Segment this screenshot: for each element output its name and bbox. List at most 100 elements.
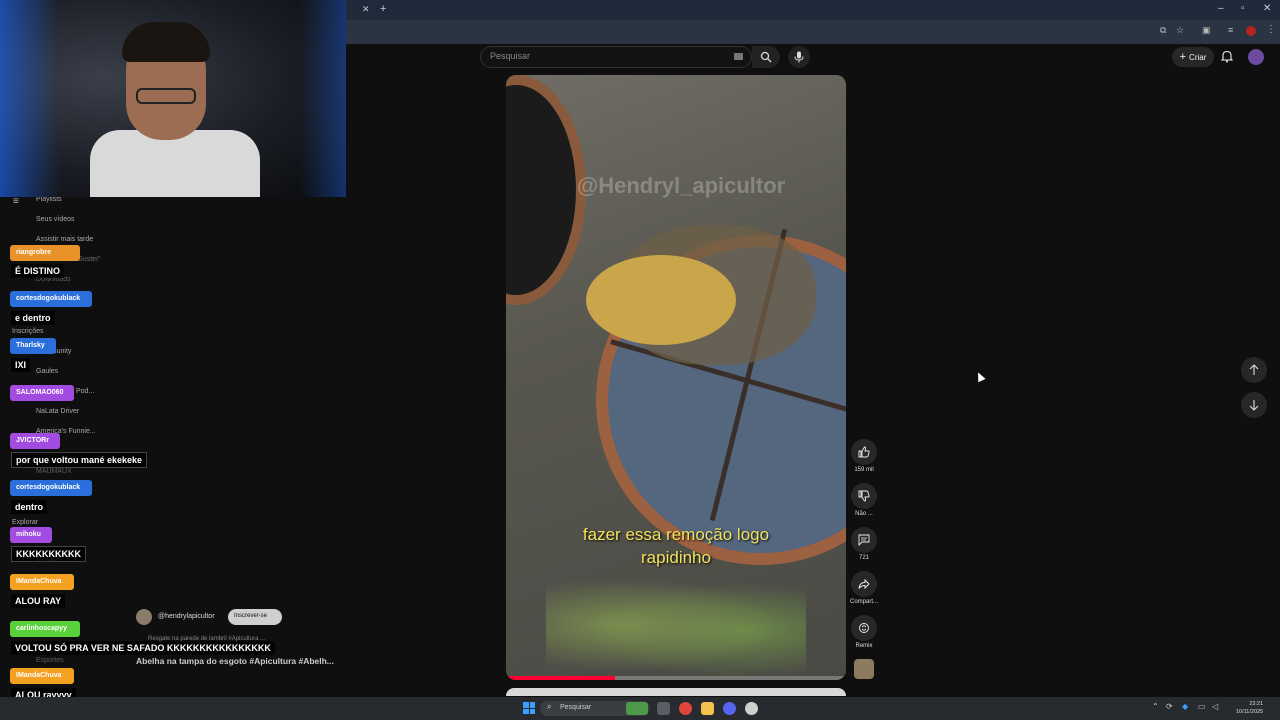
voice-search-button[interactable] (788, 46, 810, 68)
plus-icon: + (1179, 51, 1187, 63)
video-watermark: @Hendryl_apicultor (576, 173, 786, 198)
chat-message: IXI (11, 358, 31, 372)
streamer-hair (122, 22, 210, 62)
chat-username-badge: mihoku (10, 527, 52, 543)
next-short-preview[interactable] (506, 688, 846, 696)
comment-icon (858, 534, 870, 546)
share-arrow-icon (858, 578, 870, 590)
previous-short-button[interactable] (1241, 357, 1267, 383)
arrow-up-icon (1249, 364, 1259, 375)
chat-username-badge: carlinhoscapyy (10, 621, 80, 637)
arrow-down-icon (1249, 400, 1259, 411)
sound-source-thumbnail[interactable] (854, 659, 874, 679)
chat-message: e dentro (11, 311, 55, 325)
streamer-shirt (90, 130, 260, 197)
chat-message: KKKKKKKKKK (11, 546, 86, 562)
taskbar-clock[interactable]: 23:21 10/11/2025 (1236, 700, 1263, 716)
menu-icon[interactable]: ≡ (13, 196, 19, 207)
video-caption: fazer essa remoção logo rapidinho (526, 523, 826, 569)
thumbs-up-icon (858, 446, 870, 458)
notifications-bell-icon[interactable] (1221, 50, 1233, 63)
tray-volume-icon[interactable]: ◁ (1212, 702, 1218, 711)
extensions-icon[interactable]: ▣ (1202, 25, 1211, 36)
file-explorer-icon[interactable] (701, 702, 714, 715)
short-video-player[interactable]: @Hendryl_apicultor fazer essa remoção lo… (506, 75, 846, 680)
chat-message: dentro (11, 500, 47, 514)
dislike-button[interactable] (851, 483, 877, 509)
chat-message: É DISTINO (11, 264, 65, 278)
video-frame-honeycomb (586, 255, 736, 345)
dislike-label: Não ... (855, 511, 873, 517)
chat-username-badge: cortesdogokublack (10, 480, 92, 496)
chat-message: por que voltou mané ekekeke (11, 452, 148, 468)
close-window-icon[interactable]: ✕ (1263, 3, 1271, 14)
microphone-icon (794, 51, 804, 63)
obs-icon[interactable] (745, 702, 758, 715)
webcam-light-right (300, 0, 346, 197)
thumbs-down-icon (858, 490, 870, 502)
sidebar-item-your-videos[interactable]: Seus vídeos (36, 216, 75, 223)
chat-username-badge: riangrobre (10, 245, 80, 261)
like-count: 159 mil (854, 467, 874, 473)
minimize-icon[interactable]: – (1218, 3, 1224, 14)
cast-icon[interactable]: ⧉ (1160, 25, 1166, 36)
streamer-glasses (136, 88, 196, 104)
tray-overflow-icon[interactable]: ⌃ (1152, 702, 1159, 711)
account-avatar[interactable] (1248, 49, 1264, 65)
bookmark-star-icon[interactable]: ☆ (1176, 25, 1184, 36)
browser-avatar[interactable] (1246, 26, 1256, 36)
create-label: Criar (1189, 52, 1207, 62)
clock-date: 10/11/2025 (1236, 709, 1264, 715)
close-tab-icon[interactable]: ✕ (362, 4, 370, 15)
video-progress-bar[interactable] (506, 676, 846, 680)
sidebar-item-maumaux[interactable]: MAUMAUX (36, 468, 72, 475)
windows-start-icon[interactable] (523, 702, 535, 714)
chat-username-badge: JVICTORr (10, 433, 60, 449)
like-button[interactable] (851, 439, 877, 465)
subscribe-button[interactable]: Inscrever-se (228, 609, 282, 625)
tray-sync-icon[interactable]: ⟳ (1166, 702, 1173, 711)
taskbar-search-icon: ⌕ (547, 702, 552, 711)
browser-menu-icon[interactable]: ⋮ (1266, 24, 1276, 35)
tray-app-icon[interactable]: ◆ (1182, 702, 1188, 711)
sidebar-item-podcast[interactable]: Pod... (76, 388, 94, 395)
video-title[interactable]: Abelha na tampa do esgoto #Apicultura #A… (136, 656, 334, 666)
sidebar-item-sports[interactable]: Esportes (36, 657, 64, 664)
sidebar-item-watch-later[interactable]: Assistir mais tarde (36, 236, 93, 243)
channel-handle[interactable]: @hendrylapicultor (158, 613, 215, 620)
video-frame-weeds (546, 570, 806, 680)
chrome-icon[interactable] (679, 702, 692, 715)
chat-username: riangrobre (10, 245, 80, 261)
chat-username-badge: IMandaChuva (10, 668, 74, 684)
chat-username-badge: cortesdogokublack (10, 291, 92, 307)
sidebar-item-gaules[interactable]: Gaules (36, 368, 58, 375)
sidebar-section-subscriptions[interactable]: Inscrições (12, 328, 44, 335)
clock-time: 23:21 (1249, 701, 1264, 707)
next-short-button[interactable] (1241, 392, 1267, 418)
maximize-icon[interactable]: ▫ (1241, 3, 1245, 14)
chat-username-badge: SALOMAO060 (10, 385, 74, 401)
sidebar-item-playlists[interactable]: Playlists (36, 196, 62, 203)
keyboard-icon[interactable] (734, 53, 743, 60)
discord-icon[interactable] (723, 702, 736, 715)
profile-icon[interactable]: ≡ (1228, 25, 1233, 35)
remix-button[interactable] (851, 615, 877, 641)
comments-count: 721 (858, 555, 869, 561)
sidebar-item-nalata-driver[interactable]: NaLata Driver (36, 408, 79, 415)
search-input[interactable]: Pesquisar (480, 46, 752, 68)
create-button[interactable]: + Criar (1172, 47, 1214, 67)
taskbar-widget-icon[interactable] (626, 702, 648, 715)
chat-message: ALOU RAY (11, 594, 66, 608)
tray-network-icon[interactable]: ▭ (1198, 702, 1206, 711)
share-button[interactable] (851, 571, 877, 597)
new-tab-icon[interactable]: + (380, 3, 386, 15)
caption-line-1: fazer essa remoção logo (582, 525, 770, 544)
task-view-icon[interactable] (657, 702, 670, 715)
comments-button[interactable] (851, 527, 877, 553)
sidebar-section-explore[interactable]: Explorar (12, 519, 38, 526)
video-description[interactable]: Resgate na parede de lambril #Apicultura… (148, 636, 265, 642)
chat-username-badge: Tharlsky (10, 338, 56, 354)
channel-avatar[interactable] (136, 609, 152, 625)
video-progress-fill (506, 676, 615, 680)
search-button[interactable] (752, 46, 780, 68)
